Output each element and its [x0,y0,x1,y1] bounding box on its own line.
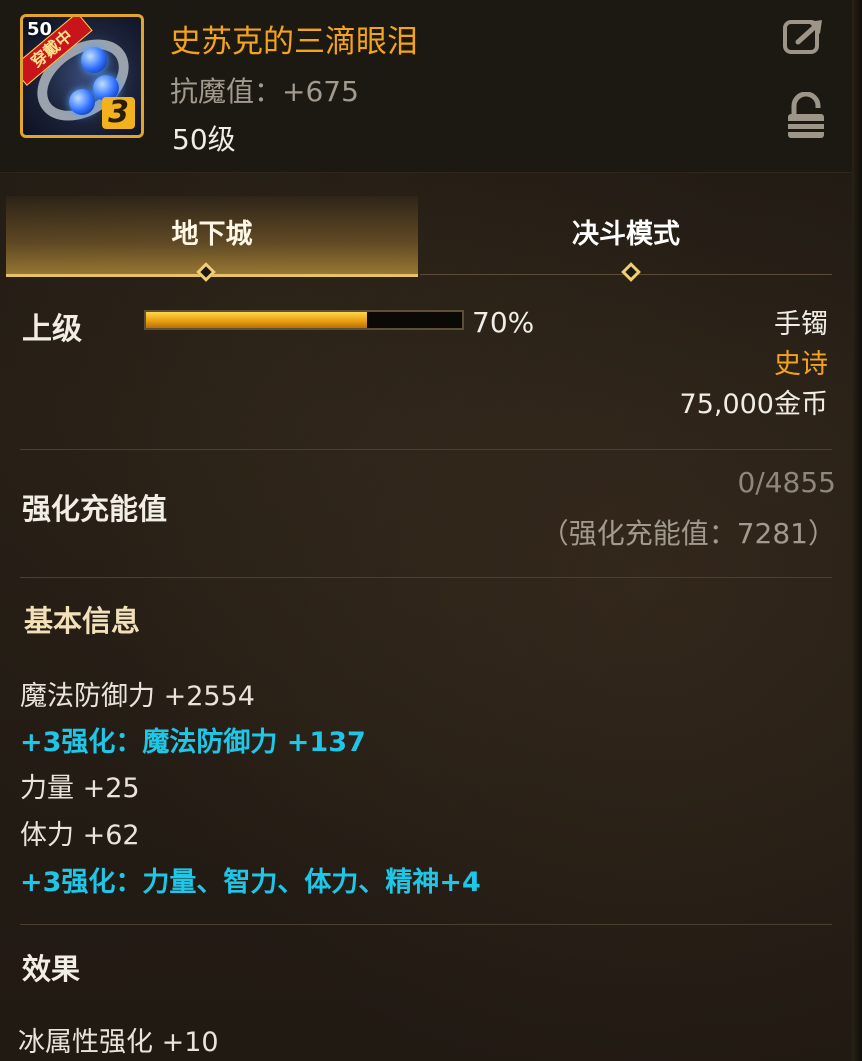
gem [81,47,107,73]
lock-icon[interactable] [786,91,826,140]
upgrade-progress-bar [144,310,464,330]
effects-title: 效果 [22,952,81,986]
gem [69,89,95,115]
item-icon[interactable]: 50 穿戴中 3 [20,14,144,138]
upgrade-percent: 70% [472,306,535,339]
effect-line: 冰属性强化 +10 [18,1027,219,1058]
item-rarity: 史诗 [774,349,828,380]
item-price: 75,000金币 [679,389,828,420]
stat-line: 魔法防御力 +2554 [20,681,255,712]
mode-tabs: 地下城 决斗模式 [6,196,834,282]
item-main-stat: 抗魔值：+675 [170,75,359,108]
divider [20,577,832,578]
item-level: 50级 [172,123,236,156]
tab-duel[interactable]: 决斗模式 [420,196,832,275]
divider [20,449,832,450]
upgrade-label: 上级 [22,312,82,347]
stat-line: +3强化：力量、智力、体力、精神+4 [20,867,481,898]
charge-total: （强化充能值：7281） [540,517,836,550]
upgrade-progress-fill [146,312,368,328]
grade-badge: 3 [102,97,135,129]
item-header: 50 穿戴中 3 史苏克的三滴眼泪 抗魔值：+675 50级 [0,0,852,173]
share-icon[interactable] [782,16,828,56]
item-type: 手镯 [774,309,828,340]
stat-line: 力量 +25 [20,773,140,804]
tab-dungeon[interactable]: 地下城 [6,196,418,277]
basic-info-title: 基本信息 [24,604,141,638]
item-name: 史苏克的三滴眼泪 [170,24,418,60]
stat-line: +3强化：魔法防御力 +137 [20,727,366,758]
charge-label: 强化充能值 [22,492,168,526]
divider [20,924,832,925]
panel-edge [852,0,862,1061]
stat-line: 体力 +62 [20,820,140,851]
charge-progress: 0/4855 [737,466,836,499]
